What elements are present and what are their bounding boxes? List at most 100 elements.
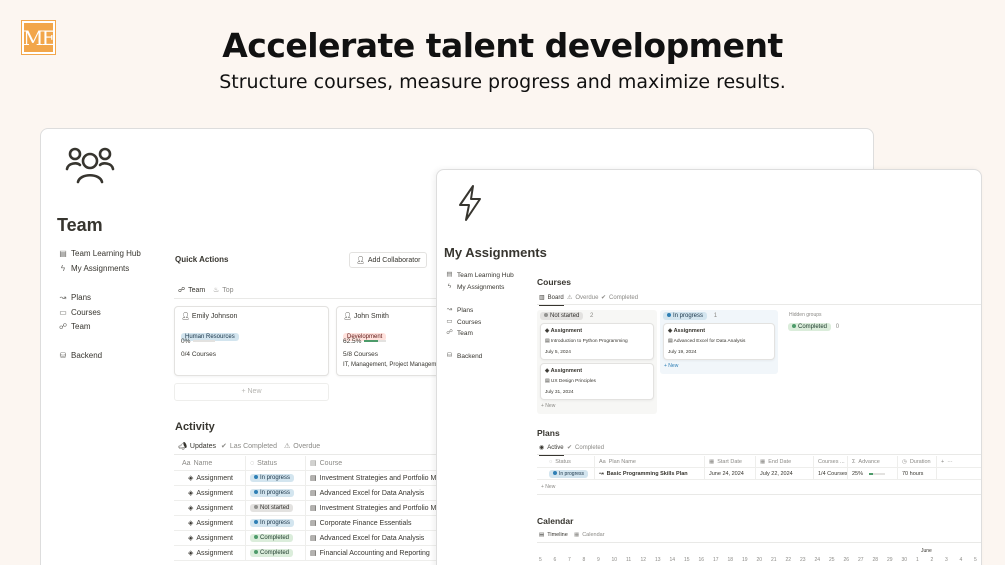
status-badge: Not started: [540, 312, 584, 320]
add-column-icon[interactable]: +: [941, 459, 944, 465]
hidden-groups-label: Hidden groups: [789, 312, 822, 318]
sidebar-item-courses[interactable]: ▭ Courses: [446, 318, 481, 326]
timeline-day: 1: [916, 557, 919, 563]
assignment-icon: ◈: [188, 550, 194, 557]
status-icon: ◌: [250, 459, 255, 467]
timeline-days: 5 6 7 8 9 10 11 12 13 14 15 16 17 18 19 20 21 22 23 24 25 26 2…: [537, 557, 981, 565]
courses-title: Courses: [537, 277, 572, 287]
member-card[interactable]: 👤︎ Emily Johnson Human Resources 0% 0/4 …: [174, 306, 329, 376]
sidebar-item-team[interactable]: ☍ Team: [59, 322, 91, 331]
progress-text: 0%: [181, 338, 191, 345]
progress-text: 62.5%: [343, 338, 362, 345]
assignment-card[interactable]: ◈ Assignment ▤ Introduction to Python Pr…: [540, 323, 654, 360]
timeline-day: 15: [684, 557, 690, 563]
due-date: July 5, 2024: [545, 350, 571, 355]
page-icon: ▤: [668, 339, 673, 344]
hidden-group-completed[interactable]: Completed 0: [788, 323, 839, 331]
status-badge: In progress: [250, 489, 295, 497]
sidebar-item-team-learning-hub[interactable]: ▤ Team Learning Hub: [446, 271, 513, 279]
calendar-icon: ▦: [574, 532, 580, 538]
bolt-icon: [459, 185, 481, 221]
group-icon: [65, 147, 115, 184]
sidebar-item-plans[interactable]: ↝ Plans: [446, 306, 474, 314]
route-icon: ↝: [599, 470, 604, 477]
tab-completed[interactable]: ✔ Completed: [601, 294, 638, 302]
sidebar-item-backend[interactable]: ⛁ Backend: [59, 350, 103, 360]
status-badge: Completed: [250, 534, 294, 542]
table-row[interactable]: In progress ↝ Basic Programming Skills Pl…: [537, 467, 981, 480]
sidebar-item-my-assignments[interactable]: ϟ My Assignments: [59, 264, 129, 273]
warning-icon: ⚠: [284, 443, 291, 450]
database-icon: ⛁: [59, 350, 67, 360]
timeline-icon: ▤: [539, 532, 545, 538]
timeline-day: 7: [568, 557, 571, 563]
tab-overdue[interactable]: ⚠ Overdue: [567, 294, 598, 302]
assignment-card[interactable]: ◈ Assignment ▤ Advanced Excel for Data A…: [663, 323, 775, 360]
tab-las-completed[interactable]: ✔ Las Completed: [221, 442, 277, 451]
status-badge: Completed: [250, 549, 294, 557]
tags-text: IT, Management, Project Management: [343, 362, 445, 368]
hero-title: Accelerate talent development: [222, 26, 783, 65]
group-icon: ☍: [446, 329, 453, 336]
megaphone-icon: 📣︎: [178, 443, 187, 450]
warning-icon: ⚠: [567, 295, 573, 301]
courses-count: 5/8 Courses: [343, 351, 379, 358]
timeline-day: 22: [785, 557, 792, 563]
sidebar-item-courses[interactable]: ▭ Courses: [59, 308, 101, 317]
tab-overdue[interactable]: ⚠ Overdue: [284, 442, 320, 451]
table-row[interactable]: ◈ Assignment Completed ▤ Financial Accountin…: [174, 545, 444, 561]
timeline-day: 3: [945, 557, 948, 563]
new-card-button[interactable]: + New: [541, 403, 555, 409]
timeline-day: 21: [771, 557, 777, 563]
status-badge: In progress: [549, 469, 589, 478]
board-column-in-progress: In progress 1 ◈ Assignment ▤ Advanced Ex…: [660, 310, 778, 374]
tab-top[interactable]: ♨ Top: [213, 286, 234, 295]
timeline-day: 26: [843, 557, 850, 563]
table-row[interactable]: ◈ Assignment In progress ▤ Advanced Excel fo…: [174, 485, 444, 501]
page-icon: ▤: [310, 535, 317, 542]
timeline-day: 23: [800, 557, 806, 563]
sidebar-item-plans[interactable]: ↝ Plans: [59, 293, 91, 302]
assignment-card[interactable]: ◈ Assignment ▤ UX Design Principles July…: [540, 363, 654, 400]
timeline-day: 2: [930, 557, 934, 563]
status-badge: Not started: [250, 504, 294, 512]
more-icon[interactable]: ···: [947, 459, 953, 465]
target-icon: ◉: [539, 445, 545, 451]
table-row[interactable]: ◈ Assignment Completed ▤ Advanced Excel for …: [174, 530, 444, 546]
status-badge: In progress: [250, 474, 295, 482]
person-icon: 👤︎: [181, 313, 190, 320]
status-badge: In progress: [663, 312, 708, 320]
timeline-day: 5: [974, 557, 977, 563]
sidebar-item-my-assignments[interactable]: ϟ My Assignments: [446, 283, 505, 291]
sidebar-item-backend[interactable]: ⛁ Backend: [446, 352, 483, 360]
table-row[interactable]: ◈ Assignment Not started ▤ Investment Strate…: [174, 500, 444, 516]
hero-subtitle: Structure courses, measure progress and …: [219, 71, 786, 93]
sidebar-item-team-learning-hub[interactable]: ▤ Team Learning Hub: [59, 249, 141, 258]
new-plan-button[interactable]: + New: [541, 484, 555, 490]
route-icon: ↝: [59, 292, 67, 302]
table-row[interactable]: ◈ Assignment In progress ▤ Investment Strate…: [174, 470, 444, 486]
tab-completed[interactable]: ✔ Completed: [567, 444, 604, 452]
timeline-day: 19: [742, 557, 748, 563]
progress-bar: [364, 340, 387, 343]
page-title: My Assignments: [444, 245, 547, 260]
assignment-icon: ◈: [188, 520, 194, 527]
sidebar-item-team[interactable]: ☍ Team: [446, 329, 473, 337]
new-member-button[interactable]: + New: [174, 383, 329, 401]
timeline-day: 18: [727, 557, 734, 563]
table-header: ◌ Status Aa Plan Name ▦ Start Date ▦ End Dat…: [537, 455, 981, 468]
timeline-day: 12: [640, 557, 647, 563]
text-icon: Aa: [599, 458, 606, 465]
progress-bar: [869, 472, 886, 475]
timeline-day: 14: [669, 557, 676, 563]
formula-icon: Σ: [852, 458, 856, 465]
new-card-button[interactable]: + New: [664, 363, 678, 369]
person-icon: 👤︎: [356, 257, 365, 264]
text-icon: Aa: [182, 459, 191, 467]
group-icon: ☍: [59, 321, 68, 331]
table-row[interactable]: ◈ Assignment In progress ▤ Corporate Finance…: [174, 515, 444, 531]
tab-calendar[interactable]: ▦ Calendar: [574, 532, 605, 538]
activity-title: Activity: [175, 421, 215, 433]
table-header: Aa Name ◌ Status ▤ Course: [174, 455, 444, 471]
add-collaborator-button[interactable]: 👤︎ Add Collaborator: [349, 252, 428, 268]
